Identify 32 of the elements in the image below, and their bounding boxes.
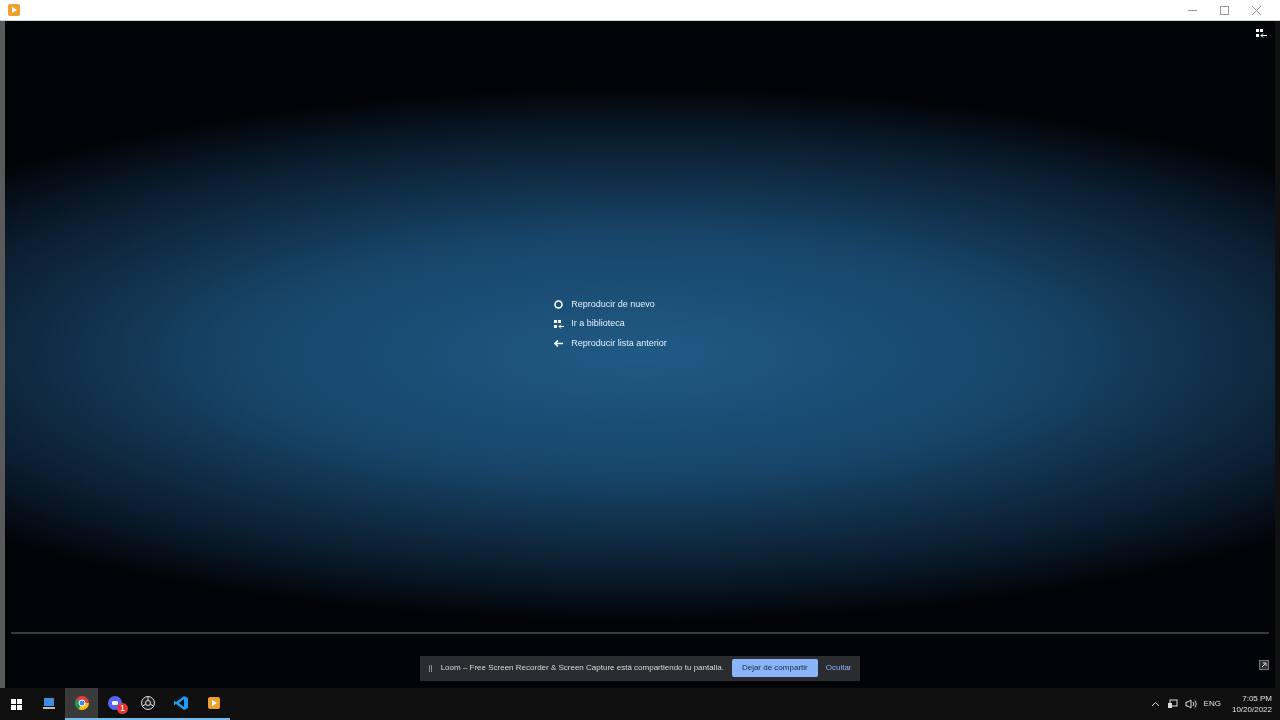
menu-item[interactable]: Ir a biblioteca — [571, 317, 625, 331]
library-icon — [553, 318, 565, 330]
circle-icon — [553, 299, 565, 310]
library-icon[interactable] — [1256, 29, 1267, 38]
code-editor-icon — [172, 695, 189, 711]
pause-icon[interactable]: || — [428, 662, 433, 674]
taskbar-app[interactable]: 1 — [98, 688, 131, 720]
hide-link[interactable]: Ocultar — [825, 662, 852, 674]
language-indicator[interactable]: ENG — [1203, 698, 1221, 710]
browser-icon — [73, 695, 90, 711]
chat-app-icon — [106, 695, 123, 711]
close-icon — [1251, 5, 1261, 15]
chevron-up-icon[interactable] — [1150, 701, 1160, 707]
clock-date[interactable]: 10/20/2022 — [1231, 704, 1272, 715]
back-arrow-icon — [553, 338, 565, 349]
menu-item[interactable]: Reproducir lista anterior — [571, 336, 667, 351]
notification-badge: 1 — [117, 703, 128, 714]
app-icon — [8, 4, 20, 16]
menu-item[interactable]: Reproducir de nuevo — [571, 297, 655, 312]
network-icon[interactable] — [1166, 699, 1178, 709]
volume-icon[interactable] — [1184, 699, 1197, 709]
media-player-icon — [205, 695, 222, 711]
clock-time[interactable]: 7:05 PM — [1242, 693, 1272, 704]
popout-icon[interactable] — [1259, 660, 1269, 670]
stop-sharing-button[interactable]: Dejar de compartir — [731, 659, 818, 677]
taskbar-app[interactable] — [65, 688, 98, 720]
windows-icon — [10, 698, 22, 710]
minimize-icon — [1187, 9, 1197, 11]
aperture-icon — [139, 695, 156, 711]
maximize-icon — [1219, 5, 1229, 15]
sharing-message: Loom – Free Screen Recorder & Screen Capture está compartiendo tu pantalla. — [440, 662, 724, 674]
monitor-icon — [40, 695, 57, 711]
